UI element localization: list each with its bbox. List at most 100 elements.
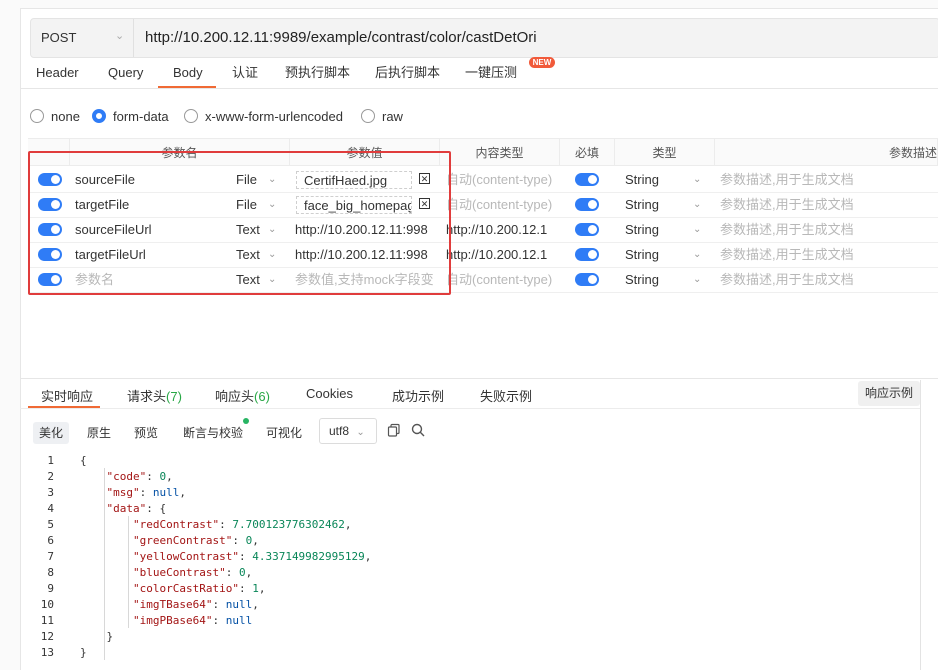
header-type: 类型 xyxy=(615,138,715,166)
type-value[interactable]: String xyxy=(625,193,675,217)
radio-none[interactable]: none xyxy=(30,106,80,126)
header-description-label: 参数描述 xyxy=(888,146,937,160)
response-code-editor[interactable]: 1 {2 "code": 0, 3 "msg": null, 4 "data": {5… xyxy=(20,452,920,670)
radio-circle xyxy=(361,109,375,123)
code-line: "greenContrast": 0, xyxy=(132,534,259,547)
type-value[interactable]: String xyxy=(625,268,675,292)
radio-label: none xyxy=(51,108,80,124)
chevron-down-icon: ⌄ xyxy=(356,427,365,438)
line-number: 2 xyxy=(47,470,54,483)
chevron-down-icon[interactable]: ⌄ xyxy=(693,193,701,217)
view-tab-visualize[interactable]: 可视化 xyxy=(260,422,308,444)
radio-raw[interactable]: raw xyxy=(361,106,403,126)
line-number: 13 xyxy=(40,646,54,659)
right-side-panel xyxy=(920,380,938,670)
param-description[interactable]: 参数描述,用于生成文档 xyxy=(720,193,920,217)
type-value[interactable]: String xyxy=(625,243,675,267)
method-select[interactable]: POST ⌄ xyxy=(31,19,134,57)
code-line: } xyxy=(80,646,87,659)
new-badge: NEW xyxy=(529,57,555,68)
tab-label: 响应头 xyxy=(215,389,255,404)
type-value[interactable]: String xyxy=(625,218,675,242)
line-number: 10 xyxy=(40,598,54,611)
code-line: "code": 0, xyxy=(106,470,173,483)
count-badge: (6) xyxy=(254,389,270,404)
active-tab-indicator xyxy=(28,406,100,408)
copy-icon[interactable] xyxy=(387,423,401,440)
content-type[interactable]: 自动(content-type) xyxy=(446,193,558,217)
code-line: "redContrast": 7.700123776302462, xyxy=(132,518,352,531)
tab-fail-example[interactable]: 失败示例 xyxy=(480,386,532,405)
tab-label: 请求头 xyxy=(127,389,167,404)
radio-urlencoded[interactable]: x-www-form-urlencoded xyxy=(184,106,343,126)
chevron-down-icon[interactable]: ⌄ xyxy=(693,218,701,242)
response-example-button[interactable]: 响应示例 xyxy=(858,381,920,406)
type-value[interactable]: String xyxy=(625,168,675,192)
content-type[interactable]: 自动(content-type) xyxy=(446,268,558,292)
content-type[interactable]: http://10.200.12.1 xyxy=(446,243,558,267)
line-number: 11 xyxy=(40,614,54,627)
chevron-down-icon[interactable]: ⌄ xyxy=(693,168,701,192)
line-number: 12 xyxy=(40,630,54,643)
line-number: 7 xyxy=(47,550,54,563)
tab-header[interactable]: Header xyxy=(36,64,79,90)
param-description[interactable]: 参数描述,用于生成文档 xyxy=(720,268,920,292)
line-number: 4 xyxy=(47,502,54,515)
active-tab-indicator xyxy=(158,86,216,88)
encoding-select[interactable]: utf8 ⌄ xyxy=(319,418,377,444)
required-toggle[interactable] xyxy=(575,173,599,186)
radio-label: form-data xyxy=(113,108,169,124)
radio-label: raw xyxy=(382,108,403,124)
tab-query[interactable]: Query xyxy=(108,64,143,90)
code-line: } xyxy=(80,630,114,643)
tab-cookies[interactable]: Cookies xyxy=(306,386,353,401)
view-tab-preview[interactable]: 预览 xyxy=(128,422,164,444)
code-line: "msg": null, xyxy=(106,486,187,499)
method-label: POST xyxy=(41,30,77,45)
code-line: "blueContrast": 0, xyxy=(132,566,253,579)
content-type[interactable]: 自动(content-type) xyxy=(446,168,558,192)
chevron-down-icon[interactable]: ⌄ xyxy=(693,268,701,292)
line-number: 3 xyxy=(47,486,54,499)
tabs-divider xyxy=(20,88,938,89)
radio-circle xyxy=(184,109,198,123)
left-sidebar-strip xyxy=(0,0,21,670)
url-input[interactable]: http://10.200.12.11:9989/example/contras… xyxy=(145,29,537,46)
search-icon[interactable] xyxy=(411,423,425,440)
tab-pre-script[interactable]: 预执行脚本 xyxy=(285,64,350,90)
param-description[interactable]: 参数描述,用于生成文档 xyxy=(720,243,920,267)
required-toggle[interactable] xyxy=(575,273,599,286)
section-divider xyxy=(20,378,938,379)
tab-live-response[interactable]: 实时响应 xyxy=(41,386,93,405)
line-number: 5 xyxy=(47,518,54,531)
radio-form-data[interactable]: form-data xyxy=(92,106,169,126)
view-tab-pretty[interactable]: 美化 xyxy=(33,422,70,444)
code-line: { xyxy=(80,454,87,467)
highlight-frame xyxy=(28,151,451,295)
content-type[interactable]: http://10.200.12.1 xyxy=(446,218,558,242)
top-bar xyxy=(20,0,938,9)
tab-success-example[interactable]: 成功示例 xyxy=(392,386,444,405)
tab-response-headers[interactable]: 响应头(6) xyxy=(215,386,270,405)
tab-post-script[interactable]: 后执行脚本 xyxy=(375,64,440,90)
view-tab-assert[interactable]: 断言与校验 xyxy=(177,422,249,444)
param-description[interactable]: 参数描述,用于生成文档 xyxy=(720,218,920,242)
tab-stress-test[interactable]: 一键压测 xyxy=(465,64,517,90)
chevron-down-icon[interactable]: ⌄ xyxy=(693,243,701,267)
required-toggle[interactable] xyxy=(575,198,599,211)
tab-request-headers[interactable]: 请求头(7) xyxy=(127,386,182,405)
code-line: "yellowContrast": 4.337149982995129, xyxy=(132,550,372,563)
line-number: 9 xyxy=(47,582,54,595)
param-description[interactable]: 参数描述,用于生成文档 xyxy=(720,168,920,192)
tab-auth[interactable]: 认证 xyxy=(232,64,258,90)
required-toggle[interactable] xyxy=(575,248,599,261)
code-line: "colorCastRatio": 1, xyxy=(132,582,266,595)
code-line: "imgTBase64": null, xyxy=(132,598,259,611)
chevron-down-icon: ⌄ xyxy=(115,30,125,42)
line-number: 6 xyxy=(47,534,54,547)
view-tab-raw[interactable]: 原生 xyxy=(81,422,117,444)
header-required: 必填 xyxy=(560,138,615,166)
required-toggle[interactable] xyxy=(575,223,599,236)
code-line: "imgPBase64": null xyxy=(132,614,253,627)
header-content-type: 内容类型 xyxy=(440,138,560,166)
